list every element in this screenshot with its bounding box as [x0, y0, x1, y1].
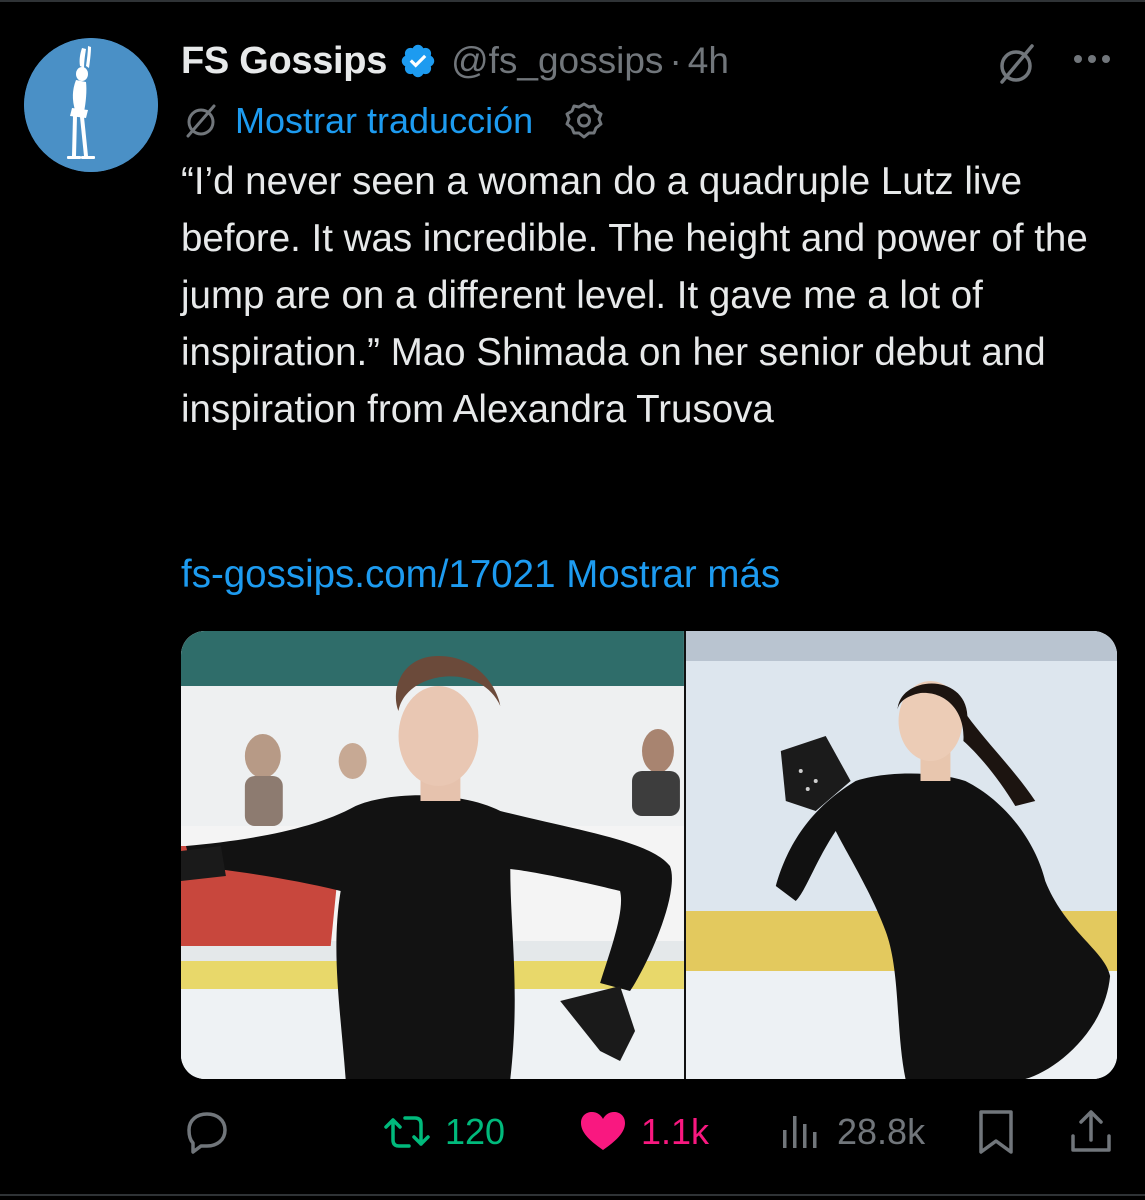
- like-count: 1.1k: [641, 1111, 710, 1152]
- figure-skater-silhouette-icon: [24, 38, 158, 172]
- retweet-button[interactable]: 120: [381, 1104, 505, 1160]
- more-options-button[interactable]: [1068, 44, 1116, 74]
- action-bar: 120 1.1k 28.8k: [181, 1104, 1117, 1160]
- separator-dot: ·: [669, 40, 682, 81]
- grok-icon: [1000, 44, 1034, 84]
- retweet-icon: [384, 1116, 430, 1148]
- translation-settings-button[interactable]: [563, 100, 605, 142]
- bookmark-button[interactable]: [973, 1104, 1019, 1160]
- skater-photo-right: [685, 631, 1117, 1079]
- views-icon: [783, 1116, 817, 1148]
- grok-button[interactable]: [992, 40, 1040, 88]
- tweet-link[interactable]: fs-gossips.com/17021: [181, 553, 556, 596]
- author-handle[interactable]: @fs_gossips: [451, 40, 663, 82]
- show-more-link[interactable]: Mostrar más: [566, 553, 780, 596]
- photo-right[interactable]: [685, 631, 1117, 1079]
- display-name[interactable]: FS Gossips: [181, 40, 387, 83]
- skater-photo-left: [181, 631, 684, 1079]
- tweet-header: FS Gossips @fs_gossips · 4h: [181, 34, 729, 88]
- post-time[interactable]: 4h: [688, 40, 729, 82]
- share-button[interactable]: [1065, 1104, 1117, 1160]
- reply-icon: [187, 1112, 227, 1154]
- retweet-count: 120: [445, 1111, 506, 1152]
- top-divider: [0, 0, 1145, 2]
- reply-button[interactable]: [181, 1104, 245, 1160]
- like-button[interactable]: 1.1k: [577, 1104, 709, 1160]
- share-icon: [1071, 1110, 1111, 1152]
- tweet-text: “I’d never seen a woman do a quadruple L…: [181, 160, 1088, 431]
- tweet-link-row: fs-gossips.com/17021 Mostrar más: [181, 553, 780, 607]
- media-grid: [181, 631, 1117, 1079]
- verified-badge-icon: [399, 42, 437, 80]
- show-translation-link[interactable]: Mostrar traducción: [235, 100, 533, 142]
- gear-icon: [565, 102, 603, 139]
- grok-icon: [181, 101, 221, 141]
- more-dots-icon: [1074, 55, 1110, 63]
- views-button[interactable]: 28.8k: [779, 1104, 925, 1160]
- bookmark-icon: [979, 1110, 1013, 1154]
- bottom-divider: [0, 1194, 1145, 1196]
- heart-icon: [581, 1112, 625, 1150]
- avatar[interactable]: [24, 38, 158, 172]
- photo-left[interactable]: [181, 631, 684, 1079]
- translate-row: Mostrar traducción: [181, 96, 605, 146]
- views-count: 28.8k: [837, 1111, 926, 1152]
